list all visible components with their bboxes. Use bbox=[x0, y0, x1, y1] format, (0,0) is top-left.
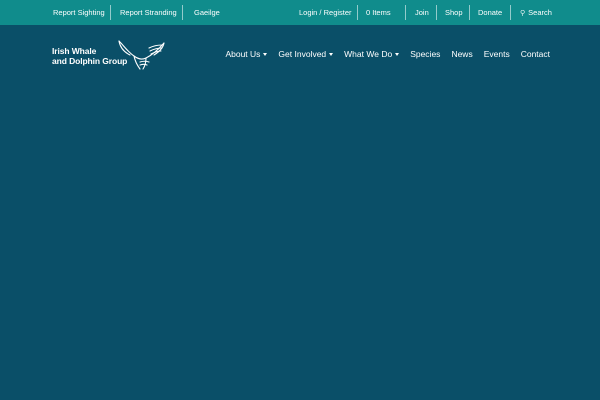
topbar-divider bbox=[182, 5, 183, 20]
nav-label: About Us bbox=[225, 49, 261, 59]
topbar-divider bbox=[405, 5, 406, 20]
topbar-divider bbox=[469, 5, 470, 20]
join-link[interactable]: Join bbox=[415, 0, 429, 25]
site-logo[interactable]: Irish Whale and Dolphin Group bbox=[52, 38, 174, 72]
nav-label: Get Involved bbox=[278, 49, 327, 59]
nav-item-news[interactable]: News bbox=[451, 49, 472, 59]
whale-tail-icon bbox=[118, 40, 165, 70]
main-navigation: About Us Get Involved What We Do Species… bbox=[225, 48, 550, 60]
nav-label: Contact bbox=[520, 49, 550, 59]
report-stranding-link[interactable]: Report Stranding bbox=[120, 0, 177, 25]
page: Report Sighting Report Stranding Gaeilge… bbox=[0, 0, 600, 400]
nav-label: Species bbox=[410, 49, 441, 59]
topbar-divider bbox=[110, 5, 111, 20]
shop-link[interactable]: Shop bbox=[445, 0, 463, 25]
nav-label: Events bbox=[483, 49, 510, 59]
nav-item-get-involved[interactable]: Get Involved bbox=[278, 49, 334, 59]
nav-item-events[interactable]: Events bbox=[484, 49, 510, 59]
top-utility-bar: Report Sighting Report Stranding Gaeilge… bbox=[0, 0, 600, 25]
login-register-link[interactable]: Login / Register bbox=[299, 0, 352, 25]
cart-items-link[interactable]: 0 Items bbox=[366, 0, 391, 25]
report-sighting-link[interactable]: Report Sighting bbox=[53, 0, 105, 25]
nav-item-contact[interactable]: Contact bbox=[521, 49, 550, 59]
topbar-divider bbox=[436, 5, 437, 20]
search-icon: ⚲ bbox=[520, 10, 526, 17]
hero-area bbox=[0, 83, 600, 400]
topbar-divider bbox=[510, 5, 511, 20]
nav-item-species[interactable]: Species bbox=[410, 49, 440, 59]
search-button[interactable]: ⚲ Search bbox=[520, 0, 552, 25]
nav-label: What We Do bbox=[344, 49, 393, 59]
chevron-down-icon bbox=[395, 53, 400, 56]
site-header: Irish Whale and Dolphin Group About Us G… bbox=[0, 25, 600, 83]
search-label: Search bbox=[528, 8, 552, 17]
nav-label: News bbox=[451, 49, 473, 59]
topbar-divider bbox=[357, 5, 358, 20]
gaeilge-link[interactable]: Gaeilge bbox=[194, 0, 220, 25]
nav-item-what-we-do[interactable]: What We Do bbox=[344, 49, 400, 59]
donate-link[interactable]: Donate bbox=[478, 0, 502, 25]
nav-item-about-us[interactable]: About Us bbox=[225, 49, 268, 59]
chevron-down-icon bbox=[263, 53, 268, 56]
chevron-down-icon bbox=[329, 53, 334, 56]
